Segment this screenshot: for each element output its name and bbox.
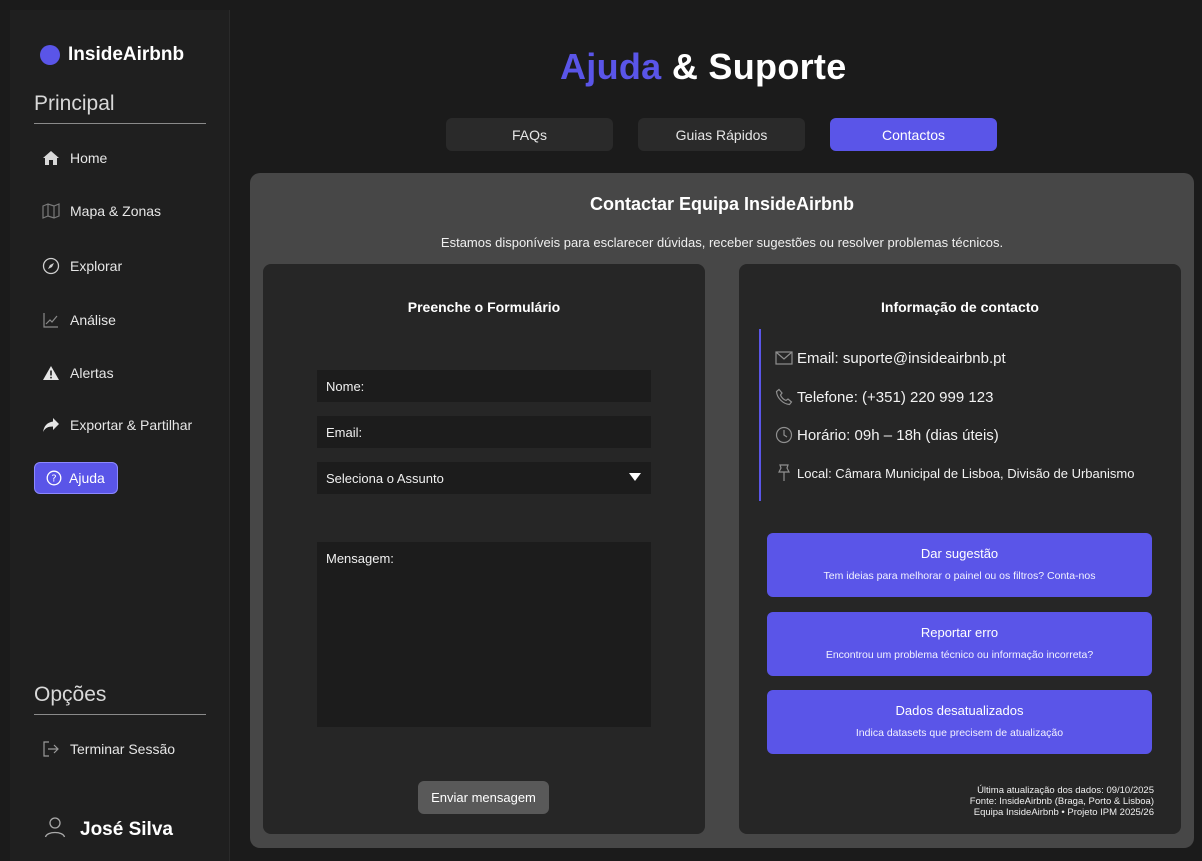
suggestion-button[interactable]: Dar sugestão Tem ideias para melhorar o … (767, 533, 1152, 597)
tab-contactos[interactable]: Contactos (830, 118, 997, 151)
contact-location-text: Local: Câmara Municipal de Lisboa, Divis… (797, 465, 1135, 481)
report-error-title: Reportar erro (920, 625, 999, 640)
contact-info-card: Informação de contacto Email: suporte@in… (739, 264, 1181, 834)
contact-location: Local: Câmara Municipal de Lisboa, Divis… (775, 464, 1134, 482)
clock-icon (775, 426, 793, 444)
outdated-data-title: Dados desatualizados (895, 703, 1024, 718)
contact-panel: Contactar Equipa InsideAirbnb Estamos di… (250, 173, 1194, 848)
contact-email[interactable]: Email: suporte@insideairbnb.pt (775, 349, 1006, 367)
pin-icon (775, 464, 793, 482)
subject-select[interactable]: Seleciona o Assunto (317, 462, 651, 494)
suggestion-title: Dar sugestão (920, 546, 999, 561)
sidebar-item-label: Análise (70, 312, 116, 328)
sidebar-item-analise[interactable]: Análise (34, 306, 116, 334)
sidebar-item-label: Exportar & Partilhar (70, 417, 193, 433)
app: InsideAirbnb Principal Home Mapa & Zonas… (0, 0, 1202, 861)
divider (34, 714, 206, 715)
contact-panel-subtitle: Estamos disponíveis para esclarecer dúvi… (440, 235, 1004, 250)
sidebar-item-label: Explorar (70, 258, 123, 274)
user-profile[interactable]: José Silva (44, 816, 173, 844)
logout-button[interactable]: Terminar Sessão (34, 735, 175, 763)
phone-icon (775, 388, 793, 406)
logout-label: Terminar Sessão (70, 741, 176, 757)
sidebar-item-label: Ajuda (69, 470, 105, 486)
subject-select-value: Seleciona o Assunto (326, 470, 444, 486)
footer-team: Equipa InsideAirbnb • Projeto IPM 2025/2… (973, 807, 1154, 818)
contact-hours: Horário: 09h – 18h (dias úteis) (775, 426, 999, 444)
outdated-data-button[interactable]: Dados desatualizados Indica datasets que… (767, 690, 1152, 754)
message-field[interactable]: Mensagem: (317, 542, 651, 727)
contact-phone-text: Telefone: (+351) 220 999 123 (797, 388, 994, 406)
brand-name: InsideAirbnb (68, 44, 185, 65)
help-icon: ? (45, 469, 63, 487)
dropdown-arrow-icon (629, 473, 641, 481)
chart-icon (42, 311, 60, 329)
contact-email-text: Email: suporte@insideairbnb.pt (797, 349, 1006, 367)
sidebar-item-mapa-zonas[interactable]: Mapa & Zonas (34, 197, 161, 225)
tab-guias-rapidos[interactable]: Guias Rápidos (638, 118, 805, 151)
brand-logo[interactable]: InsideAirbnb (40, 44, 184, 66)
tab-faqs[interactable]: FAQs (446, 118, 613, 151)
section-title-opcoes: Opções (34, 683, 107, 706)
sidebar-item-label: Alertas (70, 365, 114, 381)
sidebar-item-explorar[interactable]: Explorar (34, 252, 122, 280)
page-title: Ajuda & Suporte (560, 46, 847, 88)
home-icon (42, 149, 60, 167)
outdated-data-desc: Indica datasets que precisem de atualiza… (855, 727, 1064, 739)
sidebar-item-alertas[interactable]: Alertas (34, 359, 114, 387)
mail-icon (775, 349, 793, 367)
sidebar-item-exportar[interactable]: Exportar & Partilhar (34, 411, 192, 439)
contact-hours-text: Horário: 09h – 18h (dias úteis) (797, 426, 999, 444)
sidebar-item-ajuda[interactable]: ? Ajuda (34, 462, 118, 494)
info-title: Informação de contacto (881, 299, 1039, 315)
svg-text:?: ? (51, 474, 56, 485)
send-message-button[interactable]: Enviar mensagem (418, 781, 549, 814)
footer-info: Última atualização dos dados: 09/10/2025… (970, 785, 1154, 818)
report-error-desc: Encontrou um problema técnico ou informa… (825, 649, 1094, 661)
contact-phone[interactable]: Telefone: (+351) 220 999 123 (775, 388, 993, 406)
sidebar: InsideAirbnb Principal Home Mapa & Zonas… (10, 10, 230, 861)
accent-line (759, 329, 761, 501)
logout-icon (42, 740, 60, 758)
divider (34, 123, 206, 124)
email-field[interactable]: Email: (317, 416, 651, 448)
user-icon (44, 816, 66, 844)
page-title-accent: Ajuda (560, 46, 662, 87)
footer-source: Fonte: InsideAirbnb (Braga, Porto & Lisb… (969, 796, 1154, 807)
brand-dot-icon (40, 45, 60, 65)
page-title-rest: & Suporte (671, 46, 847, 87)
compass-icon (42, 257, 60, 275)
sidebar-item-home[interactable]: Home (34, 144, 107, 172)
sidebar-item-label: Home (70, 150, 108, 166)
contact-panel-title: Contactar Equipa InsideAirbnb (589, 194, 855, 214)
warning-icon (42, 364, 60, 382)
user-name: José Silva (80, 819, 173, 840)
form-title: Preenche o Formulário (407, 299, 561, 315)
suggestion-desc: Tem ideias para melhorar o painel ou os … (823, 570, 1096, 582)
share-icon (42, 416, 60, 434)
report-error-button[interactable]: Reportar erro Encontrou um problema técn… (767, 612, 1152, 676)
contact-form-card: Preenche o Formulário Nome: Email: Selec… (263, 264, 705, 834)
section-title-principal: Principal (34, 92, 115, 115)
footer-updated: Última atualização dos dados: 09/10/2025 (977, 785, 1154, 796)
map-icon (42, 202, 60, 220)
name-field[interactable]: Nome: (317, 370, 651, 402)
sidebar-item-label: Mapa & Zonas (70, 203, 162, 219)
